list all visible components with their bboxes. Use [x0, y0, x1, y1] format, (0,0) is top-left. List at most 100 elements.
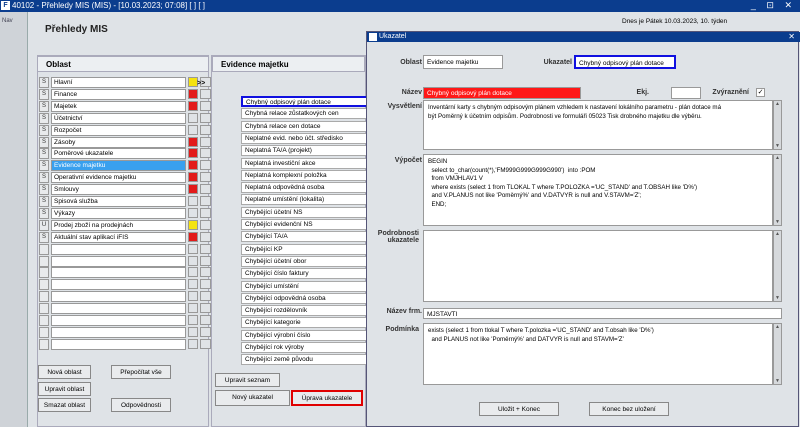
oblast-row[interactable] — [39, 326, 211, 338]
oblast-label[interactable]: Poměrové ukazatele — [51, 148, 186, 160]
oblast-label[interactable]: Majetek — [51, 100, 186, 112]
nova-oblast-button[interactable]: Nová oblast — [38, 365, 91, 379]
oblast-row[interactable]: S Evidence majetku — [39, 160, 211, 172]
dialog-close-icon[interactable]: ✕ — [788, 32, 795, 41]
oblast-label[interactable]: Aktuální stav aplikací iFIS — [51, 231, 186, 243]
oblast-row[interactable]: S Aktuální stav aplikací iFIS — [39, 231, 211, 243]
oblast-label[interactable] — [51, 243, 186, 255]
oblast-row[interactable] — [39, 255, 211, 267]
vysvetleni-textarea[interactable]: Inventární karty s chybným odpisovým plá… — [423, 100, 773, 150]
oblast-label[interactable]: Evidence majetku — [51, 160, 186, 172]
oblast-row[interactable] — [39, 243, 211, 255]
oblast-row[interactable] — [39, 291, 211, 303]
oblast-row[interactable]: S Rozpočet — [39, 124, 211, 136]
row-button[interactable] — [200, 148, 211, 159]
podrobnosti-textarea[interactable] — [423, 230, 773, 302]
ekj-input[interactable] — [671, 87, 701, 99]
oblast-label[interactable] — [51, 279, 186, 291]
oblast-label[interactable]: Prodej zboží na prodejnách — [51, 219, 186, 231]
oblast-field[interactable]: Evidence majetku — [423, 55, 503, 69]
row-button[interactable] — [200, 219, 211, 230]
oblast-label[interactable] — [51, 338, 186, 350]
vypocet-scrollbar[interactable] — [773, 154, 782, 226]
status-swatch — [188, 267, 198, 278]
window-controls[interactable]: _ ⊡ ✕ — [751, 0, 796, 11]
row-button[interactable] — [200, 338, 211, 349]
row-button[interactable] — [200, 124, 211, 135]
upravit-seznam-button[interactable]: Upravit seznam — [215, 373, 280, 387]
row-button[interactable] — [200, 255, 211, 266]
oblast-row[interactable] — [39, 267, 211, 279]
oblast-row[interactable]: S Hlavní — [39, 77, 211, 88]
oblast-label[interactable]: Zásoby — [51, 136, 186, 148]
status-swatch — [188, 326, 198, 337]
vypocet-textarea[interactable]: BEGIN select to_char(count(*),'FM999G999… — [423, 154, 773, 226]
oblast-row[interactable]: S Finance — [39, 88, 211, 100]
novy-ukazatel-button[interactable]: Nový ukazatel — [215, 390, 290, 406]
oblast-row[interactable]: S Výkazy — [39, 207, 211, 219]
oblast-label[interactable]: Finance — [51, 88, 186, 100]
oblast-label[interactable] — [51, 291, 186, 303]
oblast-label[interactable]: Účetnictví — [51, 112, 186, 124]
row-button[interactable] — [200, 160, 211, 171]
prepocitat-vse-button[interactable]: Přepočítat vše — [111, 365, 171, 379]
oblast-row[interactable]: S Spisová služba — [39, 196, 211, 207]
row-button[interactable] — [200, 303, 211, 314]
row-button[interactable] — [200, 326, 211, 337]
podrobnosti-scrollbar[interactable] — [773, 230, 782, 302]
podminka-textarea[interactable]: exists (select 1 from tlokal T where T.p… — [423, 323, 773, 385]
oblast-label[interactable] — [51, 267, 186, 279]
ukazatel-field[interactable]: Chybný odpisový plán dotace — [574, 55, 676, 69]
podminka-scrollbar[interactable] — [773, 323, 782, 385]
oblast-row[interactable]: S Smlouvy — [39, 184, 211, 196]
oblast-label[interactable]: Spisová služba — [51, 196, 186, 207]
uprava-ukazatele-button[interactable]: Úprava ukazatele — [291, 390, 363, 406]
oblast-row[interactable] — [39, 303, 211, 315]
row-button[interactable] — [200, 267, 211, 278]
oblast-label[interactable] — [51, 326, 186, 338]
konec-bez-ulozeni-button[interactable]: Konec bez uložení — [589, 402, 669, 416]
nav-sidebar[interactable]: Nav — [0, 12, 28, 427]
nazev-frm-input[interactable]: MJSTAVTI — [423, 308, 782, 319]
row-button[interactable] — [200, 172, 211, 183]
oblast-label[interactable]: Operativní evidence majetku — [51, 172, 186, 184]
row-button[interactable] — [200, 243, 211, 254]
status-swatch — [188, 196, 198, 206]
vysvetleni-scrollbar[interactable] — [773, 100, 782, 150]
oblast-label[interactable]: Smlouvy — [51, 184, 186, 196]
oblast-label[interactable]: Rozpočet — [51, 124, 186, 136]
row-button[interactable] — [200, 184, 211, 195]
zvyrazneni-checkbox[interactable]: ✓ — [756, 88, 765, 97]
oblast-row[interactable]: S Účetnictví — [39, 112, 211, 124]
oblast-label[interactable] — [51, 303, 186, 315]
dialog-title: Ukazatel — [367, 32, 800, 42]
oblast-row[interactable]: U Prodej zboží na prodejnách — [39, 219, 211, 231]
row-button[interactable] — [200, 231, 211, 242]
oblast-label[interactable] — [51, 255, 186, 267]
oblast-label[interactable] — [51, 315, 186, 326]
oblast-row[interactable]: S Operativní evidence majetku — [39, 172, 211, 184]
oblast-label[interactable]: Výkazy — [51, 207, 186, 219]
oblast-row[interactable]: S Poměrové ukazatele — [39, 148, 211, 160]
oblast-row[interactable] — [39, 315, 211, 326]
row-button[interactable] — [200, 112, 211, 123]
row-button[interactable] — [200, 315, 211, 325]
oblast-row[interactable]: S Zásoby — [39, 136, 211, 148]
row-button[interactable] — [200, 207, 211, 218]
row-button[interactable] — [200, 88, 211, 99]
oblast-row[interactable] — [39, 338, 211, 350]
row-button[interactable] — [200, 291, 211, 302]
nazev-input[interactable]: Chybný odpisový plán dotace — [423, 87, 581, 99]
row-button[interactable] — [200, 279, 211, 290]
oblast-label[interactable]: Hlavní — [51, 77, 186, 88]
smazat-oblast-button[interactable]: Smazat oblast — [38, 398, 91, 412]
row-button[interactable] — [200, 100, 211, 111]
ulozit-konec-button[interactable]: Uložit + Konec — [479, 402, 559, 416]
oblast-row[interactable]: S Majetek — [39, 100, 211, 112]
row-button[interactable] — [200, 136, 211, 147]
expand-arrow[interactable]: >> — [197, 80, 205, 87]
row-button[interactable] — [200, 196, 211, 206]
upravit-oblast-button[interactable]: Upravit oblast — [38, 382, 91, 396]
oblast-row[interactable] — [39, 279, 211, 291]
odpovednosti-button[interactable]: Odpovědnosti — [111, 398, 171, 412]
